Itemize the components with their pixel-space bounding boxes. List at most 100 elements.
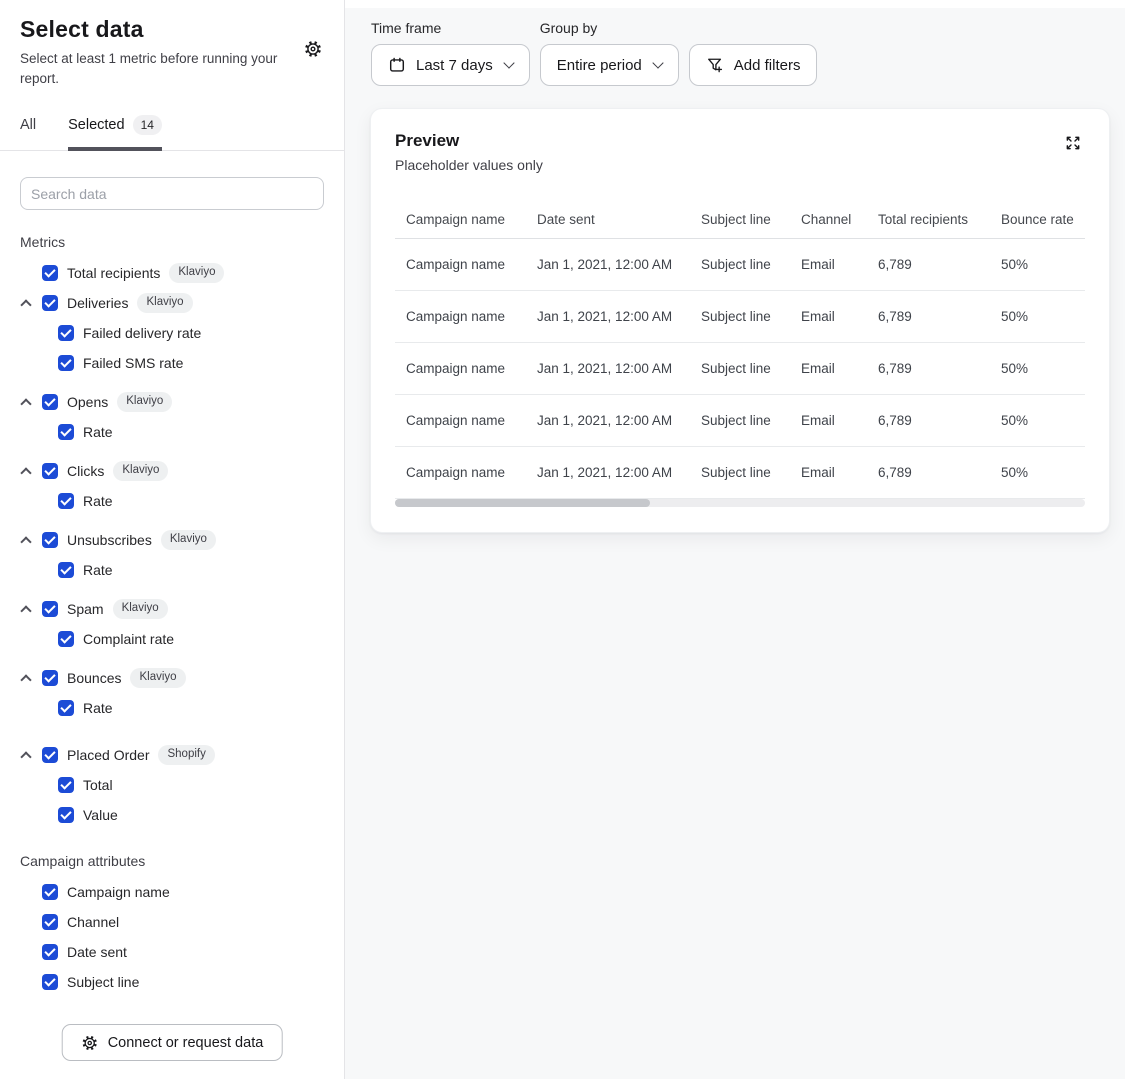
metric-row-bounces-rate: Rate bbox=[58, 693, 324, 723]
tab-all[interactable]: All bbox=[20, 109, 36, 151]
collapse-chevron-icon[interactable] bbox=[20, 467, 31, 478]
group-by-dropdown[interactable]: Entire period bbox=[540, 44, 679, 86]
search-input[interactable] bbox=[20, 177, 324, 210]
chevron-down-icon bbox=[652, 57, 663, 68]
collapse-chevron-icon[interactable] bbox=[20, 751, 31, 762]
cell-date-sent: Jan 1, 2021, 12:00 AM bbox=[537, 361, 701, 376]
tab-selected-label: Selected bbox=[68, 117, 124, 133]
metric-row-opens: Opens Klaviyo bbox=[20, 387, 324, 417]
page-subtitle: Select at least 1 metric before running … bbox=[20, 49, 278, 89]
tab-selected[interactable]: Selected 14 bbox=[68, 109, 162, 151]
cell-total-recipients: 6,789 bbox=[878, 413, 1001, 428]
chevron-down-icon bbox=[503, 57, 514, 68]
attribute-label: Subject line bbox=[67, 974, 139, 990]
horizontal-scrollbar-track[interactable] bbox=[395, 499, 1085, 507]
column-header: Total recipients bbox=[878, 212, 1001, 227]
source-badge: Shopify bbox=[158, 745, 214, 765]
metric-row-spam: Spam Klaviyo bbox=[20, 594, 324, 624]
checkbox-checked[interactable] bbox=[58, 562, 74, 578]
metric-label: Unsubscribes bbox=[67, 532, 152, 548]
checkbox-checked[interactable] bbox=[58, 807, 74, 823]
collapse-chevron-icon[interactable] bbox=[20, 398, 31, 409]
collapse-chevron-icon[interactable] bbox=[20, 536, 31, 547]
settings-button[interactable] bbox=[302, 38, 324, 60]
source-badge: Klaviyo bbox=[117, 392, 172, 412]
metric-label: Bounces bbox=[67, 670, 121, 686]
metric-label: Clicks bbox=[67, 463, 104, 479]
checkbox-checked[interactable] bbox=[58, 493, 74, 509]
connect-button-label: Connect or request data bbox=[108, 1035, 264, 1051]
table-row: Campaign name Jan 1, 2021, 12:00 AM Subj… bbox=[395, 447, 1085, 499]
checkbox-checked[interactable] bbox=[58, 631, 74, 647]
table-header-row: Campaign name Date sent Subject line Cha… bbox=[395, 201, 1085, 239]
preview-table: Campaign name Date sent Subject line Cha… bbox=[395, 201, 1085, 507]
cell-campaign-name: Campaign name bbox=[406, 465, 537, 480]
checkbox-checked[interactable] bbox=[58, 700, 74, 716]
checkbox-checked[interactable] bbox=[42, 944, 58, 960]
table-row: Campaign name Jan 1, 2021, 12:00 AM Subj… bbox=[395, 343, 1085, 395]
checkbox-checked[interactable] bbox=[42, 974, 58, 990]
add-filters-button[interactable]: Add filters bbox=[689, 44, 818, 86]
metric-label: Placed Order bbox=[67, 747, 149, 763]
checkbox-checked[interactable] bbox=[42, 670, 58, 686]
gear-icon bbox=[303, 39, 323, 59]
checkbox-checked[interactable] bbox=[42, 747, 58, 763]
gear-icon bbox=[81, 1034, 99, 1052]
checkbox-checked[interactable] bbox=[58, 325, 74, 341]
checkbox-checked[interactable] bbox=[42, 601, 58, 617]
source-badge: Klaviyo bbox=[113, 461, 168, 481]
cell-subject-line: Subject line bbox=[701, 309, 801, 324]
checkbox-checked[interactable] bbox=[42, 914, 58, 930]
metrics-list: Total recipients Klaviyo Deliveries Klav… bbox=[0, 258, 344, 830]
metric-row-deliveries: Deliveries Klaviyo bbox=[20, 288, 324, 318]
attribute-label: Campaign name bbox=[67, 884, 170, 900]
checkbox-checked[interactable] bbox=[42, 295, 58, 311]
page-title: Select data bbox=[20, 16, 324, 43]
metric-row-placed-order-total: Total bbox=[58, 770, 324, 800]
checkbox-checked[interactable] bbox=[42, 463, 58, 479]
collapse-chevron-icon[interactable] bbox=[20, 605, 31, 616]
cell-subject-line: Subject line bbox=[701, 257, 801, 272]
collapse-chevron-icon[interactable] bbox=[20, 674, 31, 685]
horizontal-scrollbar-thumb[interactable] bbox=[395, 499, 650, 507]
cell-total-recipients: 6,789 bbox=[878, 309, 1001, 324]
cell-subject-line: Subject line bbox=[701, 465, 801, 480]
cell-campaign-name: Campaign name bbox=[406, 309, 537, 324]
table-row: Campaign name Jan 1, 2021, 12:00 AM Subj… bbox=[395, 239, 1085, 291]
expand-icon bbox=[1063, 133, 1083, 153]
connect-or-request-data-button[interactable]: Connect or request data bbox=[62, 1024, 283, 1061]
cell-channel: Email bbox=[801, 257, 878, 272]
column-header: Channel bbox=[801, 212, 878, 227]
cell-bounce-rate: 50% bbox=[1001, 309, 1085, 324]
column-header: Date sent bbox=[537, 212, 701, 227]
time-frame-dropdown[interactable]: Last 7 days bbox=[371, 44, 530, 86]
top-strip bbox=[345, 0, 1125, 8]
metric-label: Complaint rate bbox=[83, 631, 174, 647]
cell-campaign-name: Campaign name bbox=[406, 257, 537, 272]
expand-preview-button[interactable] bbox=[1061, 131, 1085, 155]
checkbox-checked[interactable] bbox=[42, 532, 58, 548]
checkbox-checked[interactable] bbox=[42, 394, 58, 410]
metric-row-unsubscribes-rate: Rate bbox=[58, 555, 324, 585]
column-header: Campaign name bbox=[406, 212, 537, 227]
time-frame-value: Last 7 days bbox=[416, 57, 493, 74]
cell-subject-line: Subject line bbox=[701, 361, 801, 376]
metric-label: Spam bbox=[67, 601, 104, 617]
checkbox-checked[interactable] bbox=[42, 265, 58, 281]
metric-row-placed-order-value: Value bbox=[58, 800, 324, 830]
cell-total-recipients: 6,789 bbox=[878, 361, 1001, 376]
cell-campaign-name: Campaign name bbox=[406, 413, 537, 428]
attribute-label: Date sent bbox=[67, 944, 127, 960]
metric-label: Deliveries bbox=[67, 295, 128, 311]
checkbox-checked[interactable] bbox=[58, 424, 74, 440]
group-by-value: Entire period bbox=[557, 57, 642, 74]
source-badge: Klaviyo bbox=[130, 668, 185, 688]
cell-subject-line: Subject line bbox=[701, 413, 801, 428]
checkbox-checked[interactable] bbox=[42, 884, 58, 900]
collapse-chevron-icon[interactable] bbox=[20, 299, 31, 310]
time-frame-label: Time frame bbox=[371, 20, 530, 36]
checkbox-checked[interactable] bbox=[58, 355, 74, 371]
checkbox-checked[interactable] bbox=[58, 777, 74, 793]
report-controls: Time frame Last 7 days Group by Entire p… bbox=[345, 8, 1125, 86]
metric-row-opens-rate: Rate bbox=[58, 417, 324, 447]
